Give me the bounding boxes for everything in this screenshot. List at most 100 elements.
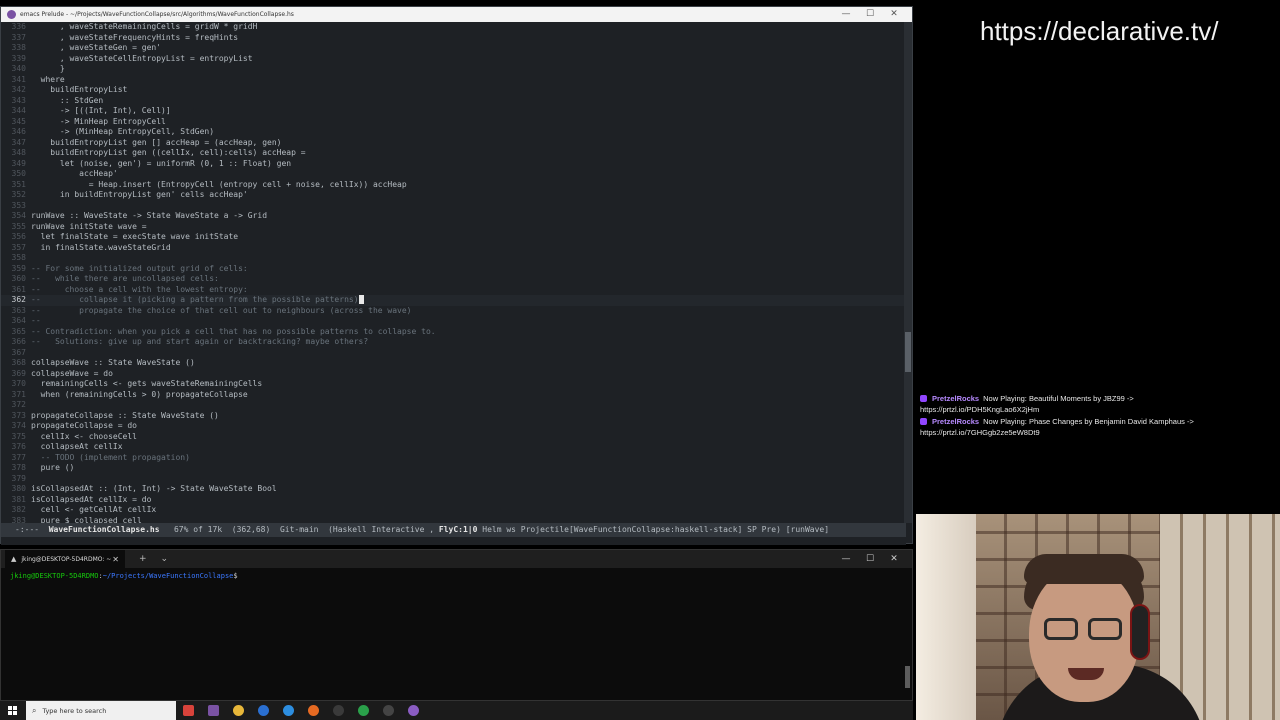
terminal-maximize-button[interactable]: ☐	[858, 554, 882, 564]
code-line[interactable]: 372	[1, 400, 906, 411]
code-line[interactable]: 362 -- collapse it (picking a pattern fro…	[1, 295, 906, 306]
code-line[interactable]: 368 collapseWave :: State WaveState ()	[1, 358, 906, 369]
webcam-feed	[916, 514, 1280, 720]
code-line[interactable]: 380 isCollapsedAt :: (Int, Int) -> State …	[1, 484, 906, 495]
code-line[interactable]: 374 propagateCollapse = do	[1, 421, 906, 432]
close-button[interactable]: ✕	[882, 7, 906, 22]
taskbar-store-icon[interactable]	[251, 701, 276, 720]
terminal-tab[interactable]: ▲ jking@DESKTOP-5D4RDMO: ~ ✕	[5, 550, 125, 568]
code-line[interactable]: 377 -- TODO (implement propagation)	[1, 453, 906, 464]
code-line[interactable]: 344 -> [((Int, Int), Cell)]	[1, 106, 906, 117]
taskbar-terminal-icon[interactable]	[376, 701, 401, 720]
code-line[interactable]: 350 accHeap'	[1, 169, 906, 180]
modeline-minor-modes[interactable]: Helm ws Projectile[WaveFunctionCollapse:…	[482, 525, 781, 534]
terminal-minimize-button[interactable]: —	[834, 554, 858, 564]
prompt-user-host: jking@DESKTOP-5D4RDMO	[10, 572, 99, 580]
code-line[interactable]: 367	[1, 348, 906, 359]
terminal-close-button[interactable]: ✕	[882, 554, 906, 564]
code-line[interactable]: 363 -- propagate the choice of that cell …	[1, 306, 906, 317]
code-line[interactable]: 353	[1, 201, 906, 212]
code-editor[interactable]: 336 , waveStateRemainingCells = gridW * …	[1, 22, 906, 523]
code-line[interactable]: 360 -- while there are uncollapsed cells:	[1, 274, 906, 285]
terminal-titlebar[interactable]: ▲ jking@DESKTOP-5D4RDMO: ~ ✕ + ⌄ — ☐ ✕	[1, 550, 912, 568]
code-line[interactable]: 375 cellIx <- chooseCell	[1, 432, 906, 443]
code-text: runWave :: WaveState -> State WaveState …	[31, 211, 268, 220]
taskbar-firefox-icon[interactable]	[301, 701, 326, 720]
code-line[interactable]: 379	[1, 474, 906, 485]
maximize-button[interactable]: ☐	[858, 7, 882, 22]
code-line[interactable]: 373 propagateCollapse :: State WaveState …	[1, 411, 906, 422]
code-line[interactable]: 361 -- choose a cell with the lowest entr…	[1, 285, 906, 296]
code-line[interactable]: 343 :: StdGen	[1, 96, 906, 107]
taskbar-emacs-icon[interactable]	[201, 701, 226, 720]
code-text: cellIx <- chooseCell	[31, 431, 137, 441]
windows-taskbar: ⌕ Type here to search	[0, 701, 913, 720]
editor-scrollbar[interactable]	[904, 22, 912, 523]
code-line[interactable]: 336 , waveStateRemainingCells = gridW * …	[1, 22, 906, 33]
chat-link[interactable]: https://prtzl.io/PDH5KngLao6X2jHm	[920, 405, 1039, 414]
line-number: 360	[11, 274, 26, 283]
code-line[interactable]: 347 buildEntropyList gen [] accHeap = (a…	[1, 138, 906, 149]
taskbar-app-icon[interactable]	[326, 701, 351, 720]
code-line[interactable]: 382 cell <- getCellAt cellIx	[1, 505, 906, 516]
taskbar-app-extra-icon[interactable]	[176, 701, 201, 720]
windows-logo-icon	[7, 706, 17, 715]
tab-close-icon[interactable]: ✕	[112, 555, 119, 564]
terminal-scrollbar[interactable]	[905, 666, 910, 688]
code-line[interactable]: 355 runWave initState wave =	[1, 222, 906, 233]
modeline-buffer-name[interactable]: WaveFunctionCollapse.hs	[49, 525, 160, 534]
code-text: runWave initState wave =	[31, 221, 147, 231]
prompt-path: ~/Projects/WaveFunctionCollapse	[102, 572, 234, 580]
taskbar-emacs-active-icon[interactable]	[401, 701, 426, 720]
code-line[interactable]: 341 where	[1, 75, 906, 86]
code-line[interactable]: 357 in finalState.waveStateGrid	[1, 243, 906, 254]
taskbar-mail-icon[interactable]	[276, 701, 301, 720]
start-button[interactable]	[0, 701, 24, 720]
modeline-vc-branch[interactable]: Git-main	[280, 525, 319, 534]
code-line[interactable]: 354 runWave :: WaveState -> State WaveSta…	[1, 211, 906, 222]
code-line[interactable]: 365 -- Contradiction: when you pick a cel…	[1, 327, 906, 338]
minimize-button[interactable]: —	[834, 7, 858, 22]
code-line[interactable]: 348 buildEntropyList gen ((cellIx, cell)…	[1, 148, 906, 159]
code-line[interactable]: 340 }	[1, 64, 906, 75]
taskbar-search-box[interactable]: ⌕ Type here to search	[26, 701, 176, 720]
code-line[interactable]: 345 -> MinHeap EntropyCell	[1, 117, 906, 128]
code-line[interactable]: 351 = Heap.insert (EntropyCell (entropy …	[1, 180, 906, 191]
code-line[interactable]: 370 remainingCells <- gets waveStateRema…	[1, 379, 906, 390]
taskbar-chrome-icon[interactable]	[351, 701, 376, 720]
code-line[interactable]: 342 buildEntropyList	[1, 85, 906, 96]
chat-link[interactable]: https://prtzl.io/7GHGgb2ze5eW8Dt9	[920, 428, 1040, 437]
code-line[interactable]: 358	[1, 253, 906, 264]
minibuffer[interactable]	[1, 537, 906, 545]
line-number: 357	[11, 242, 26, 252]
code-text: let (noise, gen') = uniformR (0, 1 :: Fl…	[31, 158, 292, 168]
taskbar-file-explorer-icon[interactable]	[226, 701, 251, 720]
new-tab-button[interactable]: +	[139, 554, 147, 564]
code-line[interactable]: 359 -- For some initialized output grid o…	[1, 264, 906, 275]
modeline-major-mode[interactable]: (Haskell Interactive ,	[328, 525, 434, 534]
emacs-titlebar[interactable]: emacs Prelude - ~/Projects/WaveFunctionC…	[1, 7, 912, 22]
code-line[interactable]: 378 pure ()	[1, 463, 906, 474]
code-line[interactable]: 366 -- Solutions: give up and start again…	[1, 337, 906, 348]
modeline-flycheck[interactable]: FlyC:1|0	[439, 525, 478, 534]
code-line[interactable]: 383 pure $ collapsed cell	[1, 516, 906, 524]
code-line[interactable]: 352 in buildEntropyList gen' cells accHe…	[1, 190, 906, 201]
taskbar-pinned-apps	[176, 701, 426, 720]
code-line[interactable]: 376 collapseAt cellIx	[1, 442, 906, 453]
code-line[interactable]: 369 collapseWave = do	[1, 369, 906, 380]
code-line[interactable]: 349 let (noise, gen') = uniformR (0, 1 :…	[1, 159, 906, 170]
code-line[interactable]: 338 , waveStateGen = gen'	[1, 43, 906, 54]
shell-prompt[interactable]: jking@DESKTOP-5D4RDMO:~/Projects/WaveFun…	[10, 572, 238, 580]
code-line[interactable]: 364 --	[1, 316, 906, 327]
line-number: 373	[11, 410, 26, 420]
code-line[interactable]: 346 -> (MinHeap EntropyCell, StdGen)	[1, 127, 906, 138]
code-line[interactable]: 339 , waveStateCellEntropyList = entropy…	[1, 54, 906, 65]
code-line[interactable]: 381 isCollapsedAt cellIx = do	[1, 495, 906, 506]
line-number: 359	[11, 263, 26, 273]
editor-scroll-thumb[interactable]	[905, 332, 911, 372]
code-line[interactable]: 356 let finalState = execState wave init…	[1, 232, 906, 243]
code-text: in finalState.waveStateGrid	[31, 242, 171, 252]
tab-dropdown-button[interactable]: ⌄	[161, 554, 169, 564]
code-line[interactable]: 337 , waveStateFrequencyHints = freqHint…	[1, 33, 906, 44]
code-line[interactable]: 371 when (remainingCells > 0) propagateC…	[1, 390, 906, 401]
